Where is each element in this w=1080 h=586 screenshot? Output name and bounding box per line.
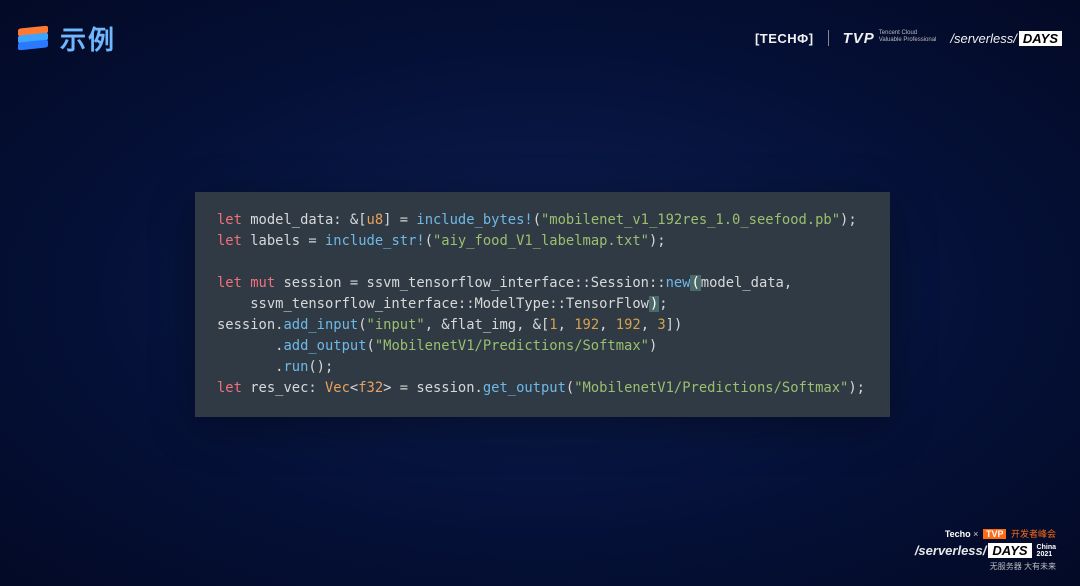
code-token: <: [350, 380, 358, 396]
code-token: model_data:: [242, 212, 350, 228]
code-token: flat_img: [450, 317, 516, 333]
code-line: session.add_input("input", &flat_img, &[…: [217, 315, 868, 336]
title-wrap: 示例: [18, 20, 116, 57]
code-token: add_output: [283, 338, 366, 354]
code-token: (: [367, 338, 375, 354]
code-token: (: [566, 380, 574, 396]
footer-tagline: 无服务器 大有未来: [915, 561, 1056, 572]
brand-techo: [TECHФ]: [755, 31, 814, 46]
code-token: add_input: [283, 317, 358, 333]
code-token: ): [649, 296, 659, 312]
footer-dev: 开发者峰会: [1011, 529, 1056, 539]
code-token: "aiy_food_V1_labelmap.txt": [433, 233, 649, 249]
header: 示例 [TECHФ] TVP Tencent CloudValuable Pro…: [18, 18, 1062, 58]
code-token: 1: [549, 317, 557, 333]
code-token: let: [217, 380, 242, 396]
code-token: (: [425, 233, 433, 249]
footer-mid: /serverless/ DAYS China2021: [915, 543, 1056, 558]
brand-bar: [TECHФ] TVP Tencent CloudValuable Profes…: [755, 30, 1062, 47]
code-token: Vec: [325, 380, 350, 396]
code-token: =: [391, 212, 416, 228]
code-token: 3: [657, 317, 665, 333]
code-token: );: [848, 380, 865, 396]
code-token: [242, 275, 250, 291]
footer-sd-days: DAYS: [988, 543, 1031, 558]
code-line: let labels = include_str!("aiy_food_V1_l…: [217, 231, 868, 252]
slide-title: 示例: [60, 20, 116, 57]
code-token: res_vec:: [242, 380, 325, 396]
code-line: .run();: [217, 357, 868, 378]
code-token: , &[: [516, 317, 549, 333]
footer-sd-china: China2021: [1037, 544, 1056, 558]
code-token: session.: [217, 317, 283, 333]
code-token: "MobilenetV1/Predictions/Softmax": [574, 380, 848, 396]
footer-top: Techo × TVP 开发者峰会: [915, 527, 1056, 540]
code-token: f32: [358, 380, 383, 396]
code-line: let res_vec: Vec<f32> = session.get_outp…: [217, 378, 868, 399]
code-token: ): [649, 338, 657, 354]
code-token: "mobilenet_v1_192res_1.0_seefood.pb": [541, 212, 840, 228]
code-token: );: [840, 212, 857, 228]
slide: 示例 [TECHФ] TVP Tencent CloudValuable Pro…: [0, 0, 1080, 586]
code-token: get_output: [483, 380, 566, 396]
code-block: let model_data: &[u8] = include_bytes!("…: [195, 192, 890, 417]
code-token: ssvm_tensorflow_interface::ModelType::Te…: [217, 296, 649, 312]
brand-serverless-days: /serverless/ DAYS: [950, 31, 1062, 46]
code-token: session = ssvm_tensorflow_interface::Ses…: [275, 275, 665, 291]
code-token: "MobilenetV1/Predictions/Softmax": [375, 338, 649, 354]
code-token: .: [217, 359, 283, 375]
brand-separator: [828, 30, 829, 46]
code-token: (: [358, 317, 366, 333]
code-token: labels =: [242, 233, 325, 249]
code-token: include_bytes!: [416, 212, 532, 228]
code-token: new: [666, 275, 691, 291]
code-token: ]): [666, 317, 683, 333]
footer-x: ×: [973, 529, 978, 539]
code-token: ,: [599, 317, 616, 333]
code-token: 192: [616, 317, 641, 333]
footer: Techo × TVP 开发者峰会 /serverless/ DAYS Chin…: [915, 527, 1056, 572]
brand-tvp-big: TVP: [843, 30, 875, 47]
code-token: ();: [308, 359, 333, 375]
code-token: let: [217, 212, 242, 228]
brand-tvp: TVP Tencent CloudValuable Professional: [843, 30, 937, 47]
footer-tvp: TVP: [983, 529, 1007, 539]
code-token: u8: [367, 212, 384, 228]
code-token: run: [283, 359, 308, 375]
code-token: &[: [350, 212, 367, 228]
brand-sd-slash: /serverless/: [950, 31, 1016, 46]
code-token: (: [690, 275, 700, 291]
footer-sd-slash: /serverless/: [915, 543, 987, 558]
code-token: model_data,: [701, 275, 792, 291]
code-token: let: [217, 233, 242, 249]
code-token: (: [533, 212, 541, 228]
code-token: ,: [558, 317, 575, 333]
layers-icon: [18, 24, 48, 52]
code-token: .: [217, 338, 283, 354]
code-token: = session.: [391, 380, 482, 396]
code-token: mut: [250, 275, 275, 291]
code-line: .add_output("MobilenetV1/Predictions/Sof…: [217, 336, 868, 357]
brand-tvp-sub: Tencent CloudValuable Professional: [879, 30, 937, 44]
brand-sd-days: DAYS: [1019, 31, 1062, 46]
code-line: ssvm_tensorflow_interface::ModelType::Te…: [217, 294, 868, 315]
code-token: "input": [367, 317, 425, 333]
code-token: ;: [659, 296, 667, 312]
code-line: let model_data: &[u8] = include_bytes!("…: [217, 210, 868, 231]
code-token: ,: [641, 317, 658, 333]
code-line: let mut session = ssvm_tensorflow_interf…: [217, 273, 868, 294]
code-token: include_str!: [325, 233, 425, 249]
footer-techo: Techo: [945, 529, 971, 539]
code-line: [217, 252, 868, 273]
code-token: , &: [425, 317, 450, 333]
code-token: let: [217, 275, 242, 291]
code-token: 192: [574, 317, 599, 333]
code-token: );: [649, 233, 666, 249]
